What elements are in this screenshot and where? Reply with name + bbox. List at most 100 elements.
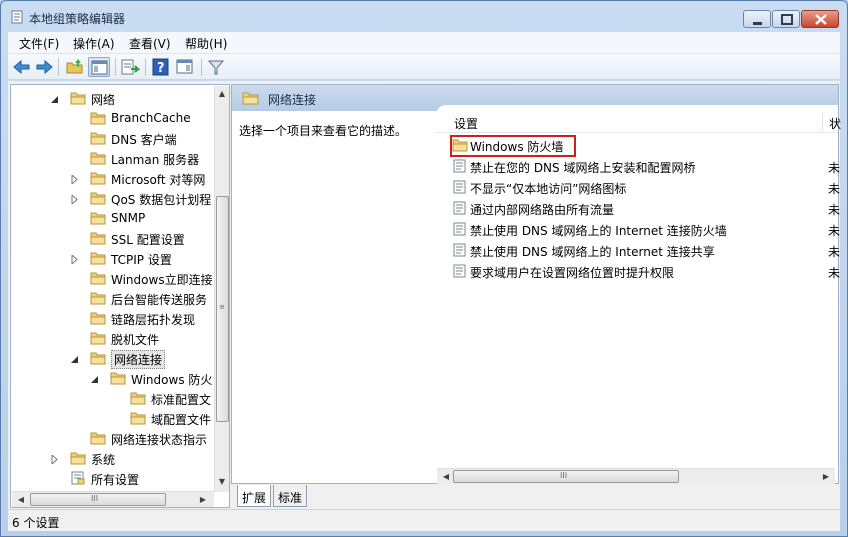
folder-icon	[90, 211, 106, 225]
tree-item[interactable]: 网络	[11, 88, 211, 108]
list-item-policy[interactable]: 要求域用户在设置网络位置时提升权限 未	[448, 261, 840, 282]
tree-item[interactable]: Windows立即连接	[11, 268, 213, 288]
forward-button[interactable]	[33, 57, 55, 77]
list-item-policy[interactable]: 禁止使用 DNS 域网络上的 Internet 连接防火墙 未	[448, 219, 840, 240]
list-item-state: 未	[828, 224, 840, 238]
scroll-left-arrow-icon[interactable]: ◀	[14, 493, 28, 507]
tree-item[interactable]: 标准配置文	[11, 388, 211, 408]
folder-icon	[90, 291, 106, 305]
menu-help[interactable]: 帮助(H)	[185, 35, 227, 52]
expanded-arrow-icon[interactable]	[70, 353, 79, 363]
scroll-grip-icon: III	[91, 494, 99, 503]
folder-icon	[130, 391, 146, 405]
show-hide-tree-button[interactable]	[88, 57, 110, 77]
column-separator[interactable]	[822, 113, 823, 131]
tree-item-label: 链路层拓扑发现	[111, 313, 196, 327]
column-header-setting[interactable]: 设置	[454, 115, 478, 132]
tree-item[interactable]: 后台智能传送服务	[11, 288, 211, 308]
back-button[interactable]	[11, 57, 33, 77]
menu-file[interactable]: 文件(F)	[19, 35, 59, 52]
list-item-policy[interactable]: 不显示“仅本地访问”网络图标 未	[448, 177, 840, 198]
collapsed-arrow-icon[interactable]	[70, 193, 79, 206]
expanded-arrow-icon[interactable]	[90, 373, 99, 383]
filter-button[interactable]	[205, 57, 227, 77]
tree-horizontal-scroll-thumb[interactable]: III	[30, 493, 166, 506]
tree-item[interactable]: Lanman 服务器	[11, 148, 211, 168]
scroll-right-arrow-icon[interactable]: ▶	[196, 493, 210, 507]
tree-item-label: QoS 数据包计划程	[111, 193, 212, 207]
expanded-arrow-icon[interactable]	[50, 93, 59, 103]
close-button[interactable]	[801, 10, 839, 28]
tree-item[interactable]: 系统	[11, 448, 211, 468]
settings-list: 设置 状 Windows 防火墙 禁止在您的 DNS 域网络上安装和配置网桥未不显…	[436, 105, 841, 484]
list-horizontal-scrollbar[interactable]: ◀ III ▶	[437, 468, 835, 484]
tree-item[interactable]: SNMP	[11, 208, 211, 228]
list-item-label: 通过内部网络路由所有流量	[470, 203, 615, 217]
back-arrow-icon	[13, 59, 30, 75]
tree-item[interactable]: TCPIP 设置	[11, 248, 211, 268]
tree-item[interactable]: Windows 防火	[11, 368, 212, 388]
tab-standard[interactable]: 标准	[273, 485, 308, 507]
collapsed-arrow-icon[interactable]	[70, 253, 79, 266]
status-bar: 6 个设置	[8, 509, 840, 531]
view-tabs: 扩展 标准	[231, 485, 839, 509]
status-text: 6 个设置	[12, 516, 60, 530]
folder-icon	[90, 431, 106, 445]
list-item-policy[interactable]: 禁止在您的 DNS 域网络上安装和配置网桥 未	[448, 156, 840, 177]
tree-item-label: 标准配置文	[151, 393, 212, 407]
maximize-button[interactable]	[772, 10, 800, 28]
policy-setting-icon	[452, 201, 468, 218]
menu-action[interactable]: 操作(A)	[73, 35, 115, 52]
tree-vertical-scrollbar[interactable]: ▲ ≡ ▼	[214, 86, 229, 492]
scroll-left-arrow-icon[interactable]: ◀	[439, 470, 453, 484]
tree-item-label: Lanman 服务器	[111, 153, 200, 167]
list-item-folder[interactable]: Windows 防火墙	[448, 135, 838, 157]
menu-view[interactable]: 查看(V)	[129, 35, 171, 52]
minimize-button[interactable]	[743, 10, 771, 28]
tree-horizontal-scrollbar[interactable]: ◀ III ▶	[12, 491, 214, 507]
export-list-button[interactable]	[119, 57, 141, 77]
collapsed-arrow-icon[interactable]	[50, 453, 59, 466]
tree-item[interactable]: Microsoft 对等网	[11, 168, 211, 188]
folder-icon	[90, 111, 106, 125]
scroll-right-arrow-icon[interactable]: ▶	[819, 470, 833, 484]
minimize-icon	[753, 22, 762, 25]
show-hide-action-pane-button[interactable]	[174, 57, 196, 77]
tree-item[interactable]: 网络连接状态指示	[11, 428, 211, 448]
tree-item[interactable]: QoS 数据包计划程	[11, 188, 211, 208]
red-highlight-box	[450, 135, 576, 157]
folder-icon	[242, 91, 260, 108]
title-bar[interactable]: 本地组策略编辑器	[1, 1, 847, 31]
column-header-state[interactable]: 状	[829, 115, 841, 132]
list-item-label: 禁止使用 DNS 域网络上的 Internet 连接防火墙	[470, 224, 727, 238]
tree-item[interactable]: 链路层拓扑发现	[11, 308, 211, 328]
policy-setting-icon	[452, 243, 468, 260]
scroll-up-arrow-icon[interactable]: ▲	[215, 87, 229, 101]
collapsed-arrow-icon[interactable]	[70, 173, 79, 186]
folder-icon	[90, 151, 106, 165]
tree-item[interactable]: SSL 配置设置	[11, 228, 211, 248]
list-item-policy[interactable]: 禁止使用 DNS 域网络上的 Internet 连接共享 未	[448, 240, 840, 261]
policy-setting-icon	[452, 180, 468, 197]
policy-setting-icon	[452, 159, 468, 176]
tree-item[interactable]: 域配置文件	[11, 408, 211, 428]
list-item-state: 未	[828, 161, 840, 175]
tree-item-label: 系统	[91, 453, 116, 467]
list-horizontal-scroll-thumb[interactable]: III	[453, 470, 679, 483]
scroll-grip-icon: III	[560, 471, 568, 480]
list-item-policy[interactable]: 通过内部网络路由所有流量 未	[448, 198, 840, 219]
folder-icon	[130, 411, 146, 425]
tree-item[interactable]: 网络连接	[11, 348, 211, 369]
tab-extended[interactable]: 扩展	[237, 485, 272, 507]
tree-item[interactable]: DNS 客户端	[11, 128, 211, 148]
folder-icon	[90, 231, 106, 245]
tree-item[interactable]: BranchCache	[11, 108, 211, 128]
tree-item[interactable]: 所有设置	[11, 468, 211, 488]
help-button[interactable]: ?	[150, 57, 172, 77]
scroll-down-arrow-icon[interactable]: ▼	[215, 475, 229, 489]
up-one-level-button[interactable]	[64, 57, 86, 77]
list-item-state: 未	[828, 245, 840, 259]
tree-item[interactable]: 脱机文件	[11, 328, 211, 348]
tree-vertical-scroll-thumb[interactable]: ≡	[216, 196, 229, 422]
tree-item-label: 网络	[91, 93, 116, 107]
